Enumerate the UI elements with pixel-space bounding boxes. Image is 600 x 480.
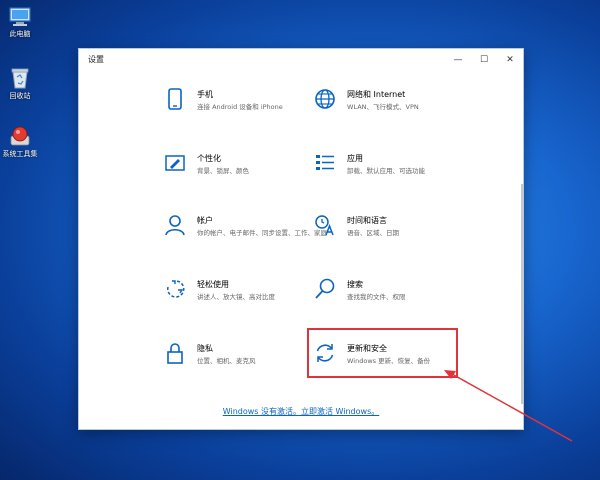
update-icon [316, 344, 334, 362]
time-language-icon [315, 215, 334, 236]
tool-app-icon [10, 126, 30, 146]
tile-title: 搜索 [347, 280, 363, 289]
phone-icon [168, 88, 182, 110]
tile-title: 个性化 [197, 154, 221, 163]
lock-icon [167, 343, 183, 364]
apps-icon [316, 155, 334, 170]
tile-personalization[interactable]: 个性化 背景、锁屏、颜色 [163, 151, 333, 195]
tile-description: Windows 更新、恢复、备份 [347, 357, 431, 365]
tile-time-language[interactable]: 时间和语言 语音、区域、日期 [313, 213, 483, 257]
search-icon [315, 278, 335, 299]
account-icon [165, 215, 185, 236]
globe-icon [315, 89, 335, 109]
desktop-icon-tool[interactable]: 系统工具集 [0, 124, 40, 159]
tile-apps[interactable]: 应用 卸载、默认应用、可选功能 [313, 151, 483, 195]
computer-icon [9, 7, 31, 26]
tile-title: 应用 [347, 154, 363, 163]
desktop-icon-this-pc[interactable]: 此电脑 [0, 6, 40, 39]
tile-title: 更新和安全 [347, 344, 387, 353]
desktop-icon-label: 系统工具集 [2, 150, 38, 158]
tile-privacy[interactable]: 隐私 位置、相机、麦克风 [163, 341, 333, 385]
title-bar[interactable]: 设置 — ☐ ✕ [79, 49, 523, 71]
tile-description: 查找我的文件、权限 [347, 293, 406, 301]
scrollbar[interactable] [521, 184, 523, 404]
desktop-icon-label: 回收站 [9, 92, 31, 100]
settings-window: 设置 — ☐ ✕ 手机 连接 Android 设备和 iPhone 网络和 In… [78, 48, 524, 430]
tile-ease-of-access[interactable]: 轻松使用 讲述人、放大镜、高对比度 [163, 277, 333, 321]
tile-phone[interactable]: 手机 连接 Android 设备和 iPhone [163, 87, 333, 131]
tile-description: WLAN、飞行模式、VPN [347, 103, 419, 111]
minimize-button[interactable]: — [445, 51, 471, 69]
activate-windows-link[interactable]: Windows 没有激活。立即激活 Windows。 [79, 406, 523, 417]
tile-title: 帐户 [197, 216, 213, 225]
tile-title: 时间和语言 [347, 216, 387, 225]
tile-accounts[interactable]: 帐户 你的帐户、电子邮件、同步设置、工作、家庭 [163, 213, 333, 257]
close-button[interactable]: ✕ [497, 51, 523, 69]
personalization-icon [165, 155, 185, 171]
tile-description: 卸载、默认应用、可选功能 [347, 167, 425, 175]
tile-title: 网络和 Internet [347, 90, 406, 99]
desktop-icon-recycle-bin[interactable]: 回收站 [0, 66, 40, 101]
tile-title: 手机 [197, 90, 213, 99]
desktop-icon-label: 此电脑 [9, 30, 31, 38]
recycle-bin-icon [11, 68, 29, 89]
maximize-button[interactable]: ☐ [471, 51, 497, 69]
tile-title: 轻松使用 [197, 280, 229, 289]
tile-search[interactable]: 搜索 查找我的文件、权限 [313, 277, 483, 321]
tile-description: 语音、区域、日期 [347, 229, 399, 237]
tile-update-security[interactable]: 更新和安全 Windows 更新、恢复、备份 [313, 341, 483, 385]
tile-network[interactable]: 网络和 Internet WLAN、飞行模式、VPN [313, 87, 483, 131]
tile-title: 隐私 [197, 344, 213, 353]
window-title: 设置 [88, 55, 104, 64]
ease-of-access-icon [167, 280, 185, 298]
